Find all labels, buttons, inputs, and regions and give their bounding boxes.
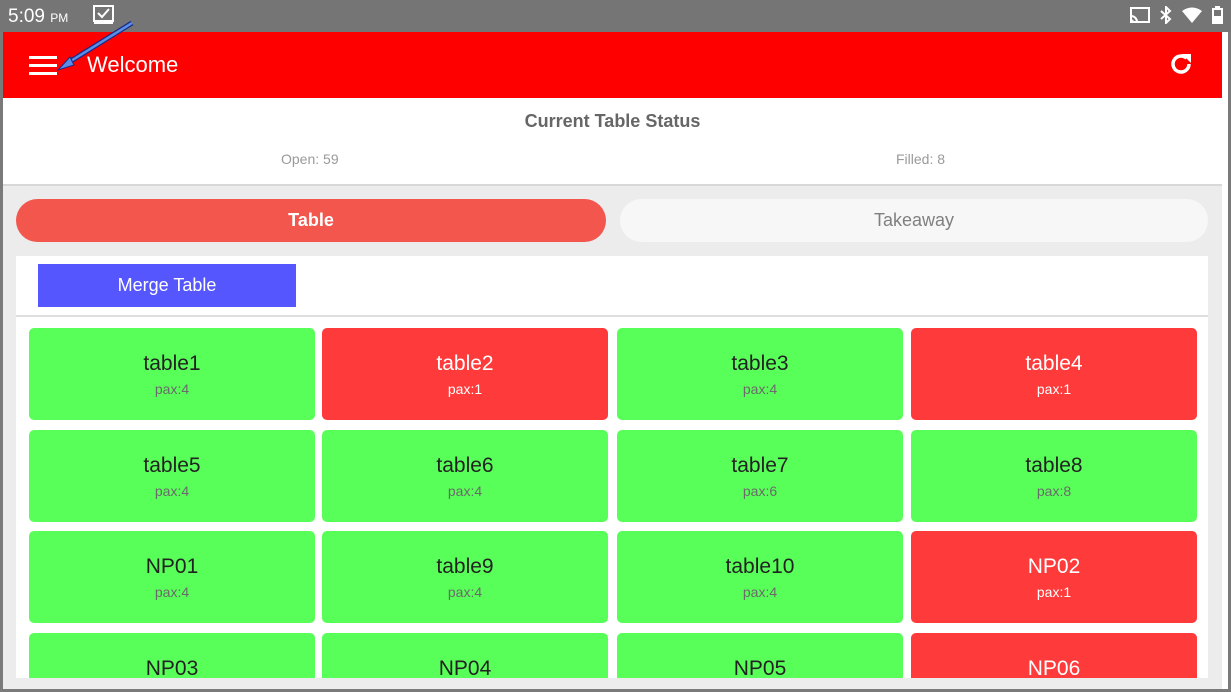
table-tile[interactable]: table1 pax:4: [29, 328, 315, 420]
table-pax: pax:4: [742, 584, 778, 600]
table-name: table5: [143, 454, 201, 477]
table-pax: pax:4: [742, 381, 778, 397]
table-tile[interactable]: NP06: [911, 633, 1197, 678]
table-tile[interactable]: NP01 pax:4: [29, 531, 315, 623]
table-tile[interactable]: table8 pax:8: [911, 430, 1197, 522]
table-tile[interactable]: NP03: [29, 633, 315, 678]
table-name: NP01: [145, 555, 199, 578]
table-pax: pax:4: [154, 381, 190, 397]
status-bar: 5:09 PM: [0, 0, 1231, 32]
table-pax: pax:1: [1036, 584, 1072, 600]
table-tile[interactable]: NP04: [322, 633, 608, 678]
annotation-arrow-icon: [56, 20, 134, 72]
table-toolbar: Merge Table: [16, 256, 1208, 317]
content-area: Table Takeaway Merge Table table1 pax:4 …: [3, 186, 1222, 689]
bluetooth-icon: [1160, 6, 1172, 24]
table-grid: table1 pax:4 table2 pax:1 table3 pax:4 t…: [16, 317, 1208, 678]
table-pax: pax:4: [154, 483, 190, 499]
table-name: NP02: [1027, 555, 1081, 578]
table-pax: pax:8: [1036, 483, 1072, 499]
table-tile[interactable]: table6 pax:4: [322, 430, 608, 522]
table-tile[interactable]: table7 pax:6: [617, 430, 903, 522]
table-pax: pax:1: [447, 381, 483, 397]
table-tile[interactable]: table3 pax:4: [617, 328, 903, 420]
wifi-icon: [1182, 7, 1202, 23]
table-pax: pax:1: [1036, 381, 1072, 397]
hamburger-menu-icon[interactable]: [29, 56, 57, 76]
table-status-panel: Current Table Status Open: 59 Filled: 8: [3, 98, 1222, 186]
table-name: NP05: [733, 657, 787, 679]
table-tile[interactable]: table2 pax:1: [322, 328, 608, 420]
table-pax: pax:4: [154, 584, 190, 600]
open-count: Open: 59: [281, 151, 339, 167]
table-tile[interactable]: NP05: [617, 633, 903, 678]
filled-count: Filled: 8: [896, 151, 946, 167]
table-name: table4: [1025, 352, 1083, 375]
table-name: NP04: [438, 657, 492, 679]
table-name: table7: [731, 454, 789, 477]
table-name: NP03: [145, 657, 199, 679]
table-name: table2: [436, 352, 494, 375]
table-name: table10: [725, 555, 795, 578]
table-pax: pax:6: [742, 483, 778, 499]
table-tile[interactable]: table9 pax:4: [322, 531, 608, 623]
table-name: table1: [143, 352, 201, 375]
table-name: table6: [436, 454, 494, 477]
table-tile[interactable]: table4 pax:1: [911, 328, 1197, 420]
table-name: table3: [731, 352, 789, 375]
table-tile[interactable]: table10 pax:4: [617, 531, 903, 623]
table-name: table9: [436, 555, 494, 578]
table-name: table8: [1025, 454, 1083, 477]
table-tile[interactable]: NP02 pax:1: [911, 531, 1197, 623]
app-bar: Welcome: [3, 32, 1222, 98]
status-icons: [1130, 6, 1223, 24]
table-status-title: Current Table Status: [524, 111, 701, 131]
tab-takeaway[interactable]: Takeaway: [620, 199, 1208, 242]
table-name: NP06: [1027, 657, 1081, 679]
table-pax: pax:4: [447, 584, 483, 600]
cast-icon: [1130, 7, 1150, 23]
table-tile[interactable]: table5 pax:4: [29, 430, 315, 522]
refresh-icon[interactable]: [1168, 51, 1194, 77]
tab-table[interactable]: Table: [16, 199, 606, 242]
table-pax: pax:4: [447, 483, 483, 499]
status-time-value: 5:09: [8, 6, 45, 27]
battery-icon: [1212, 6, 1223, 24]
merge-table-button[interactable]: Merge Table: [38, 264, 296, 307]
